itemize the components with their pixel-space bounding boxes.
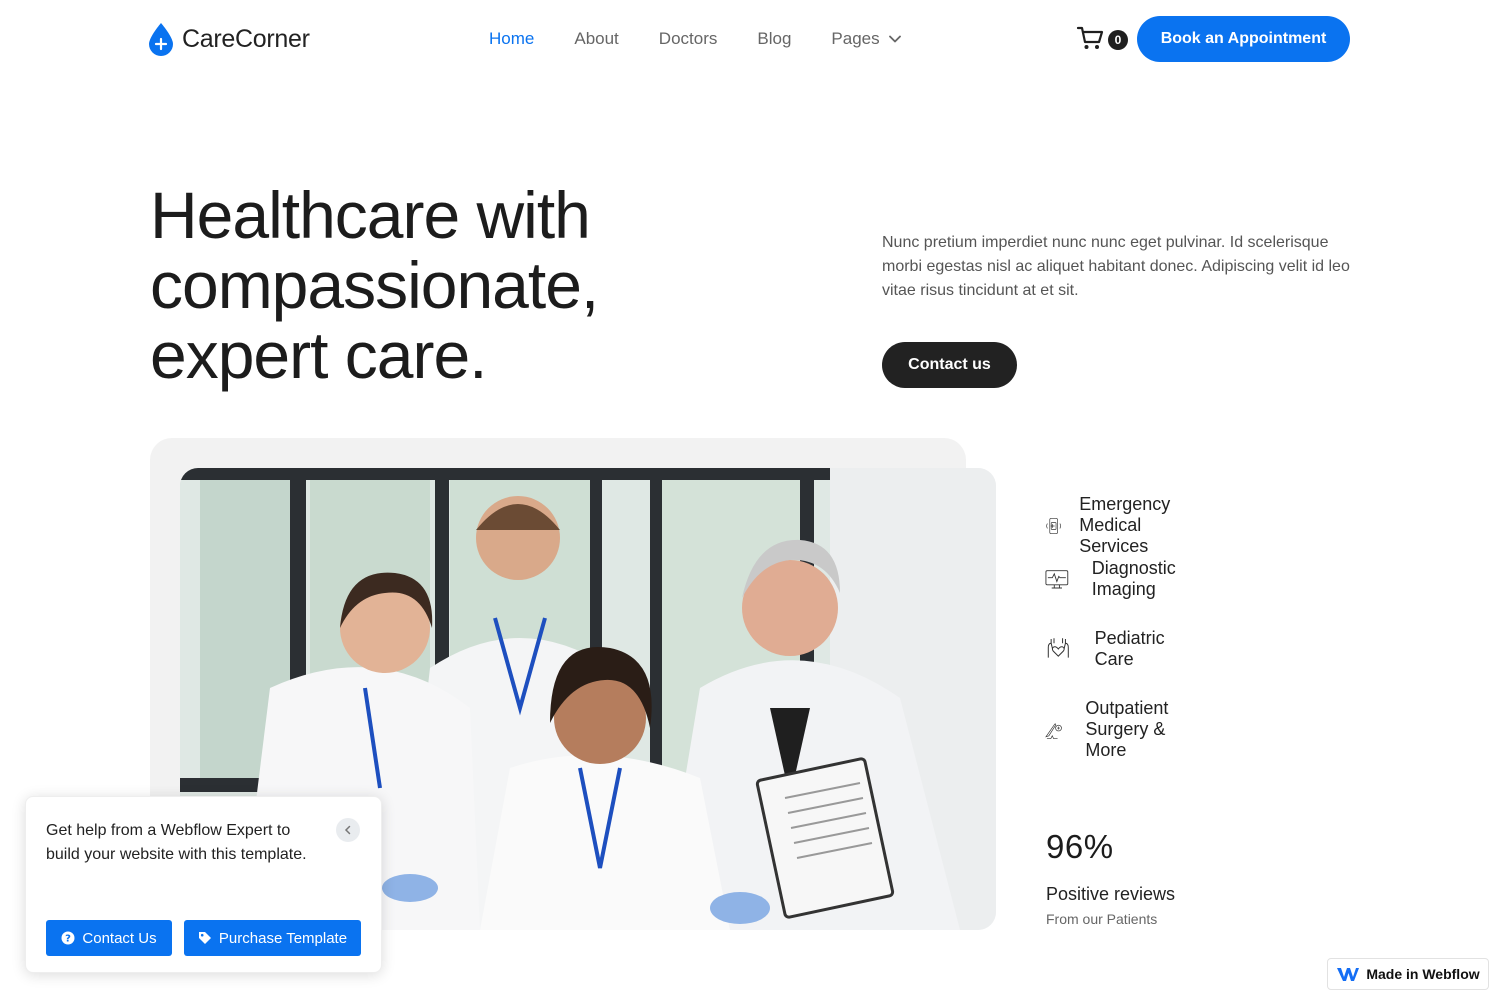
contact-us-button[interactable]: Contact us: [882, 342, 1017, 388]
purchase-template-label: Purchase Template: [218, 929, 348, 947]
hero-description: Nunc pretium imperdiet nunc nunc eget pu…: [882, 234, 1350, 299]
collapse-button[interactable]: [336, 818, 360, 842]
popup-message: Get help from a Webflow Expert to build …: [46, 822, 307, 863]
hero-title-line2: compassionate,: [150, 248, 599, 322]
made-in-webflow-badge[interactable]: Made in Webflow: [1327, 958, 1489, 990]
nav-home[interactable]: Home: [489, 29, 534, 49]
nav-about[interactable]: About: [574, 29, 618, 49]
book-appointment-button[interactable]: Book an Appointment: [1137, 16, 1350, 62]
cart-icon: [1076, 26, 1104, 49]
service-label: Emergency Medical Services: [1079, 494, 1171, 556]
popup-contact-us-label: Contact Us: [82, 929, 157, 947]
logo-drop-icon: [149, 23, 173, 56]
stat-label: Positive reviews: [1046, 884, 1176, 904]
service-item[interactable]: Outpatient Surgery & More: [1044, 698, 1189, 761]
main-nav: Home About Doctors Blog Pages: [489, 29, 942, 49]
nav-pages-label: Pages: [831, 29, 880, 48]
scalpel-icon: [1045, 723, 1062, 739]
hero-title-line1: Healthcare with: [150, 178, 591, 252]
brand-name: CareCorner: [182, 24, 310, 53]
svg-text:?: ?: [65, 934, 71, 945]
nav-blog[interactable]: Blog: [757, 29, 791, 49]
nav-doctors[interactable]: Doctors: [659, 29, 718, 49]
logo[interactable]: CareCorner: [148, 22, 310, 56]
hands-heart-icon: [1047, 638, 1069, 658]
site-header: CareCorner Home About Doctors Blog Pages…: [0, 0, 1500, 80]
tag-icon: [198, 932, 211, 944]
made-in-webflow-label: Made in Webflow: [1366, 966, 1480, 982]
monitor-pulse-icon: [1045, 570, 1069, 589]
hero-title-line3: expert care.: [150, 318, 487, 392]
nav-pages[interactable]: Pages: [831, 29, 901, 49]
cart-count-badge: 0: [1108, 30, 1128, 50]
cart-button[interactable]: 0: [1076, 24, 1128, 52]
service-item[interactable]: Diagnostic Imaging: [1044, 558, 1190, 600]
purchase-template-button[interactable]: Purchase Template: [184, 920, 361, 956]
question-circle-icon: ?: [61, 931, 75, 945]
chevron-down-icon: [888, 35, 901, 43]
service-label: Outpatient Surgery & More: [1085, 698, 1169, 760]
webflow-help-popup: Get help from a Webflow Expert to build …: [25, 796, 382, 973]
stat-value: 96%: [1046, 828, 1114, 865]
chevron-left-icon: [344, 825, 351, 835]
service-label: Pediatric Care: [1094, 628, 1165, 669]
mobile-medical-icon: [1046, 517, 1061, 534]
hero-title: Healthcare with compassionate, expert ca…: [150, 180, 790, 390]
stat-sublabel: From our Patients: [1046, 911, 1158, 927]
service-item[interactable]: Emergency Medical Services: [1044, 494, 1191, 557]
webflow-logo-icon: [1337, 968, 1360, 981]
service-label: Diagnostic Imaging: [1091, 558, 1176, 599]
service-item[interactable]: Pediatric Care: [1044, 628, 1176, 670]
popup-contact-us-button[interactable]: ? Contact Us: [46, 920, 172, 956]
